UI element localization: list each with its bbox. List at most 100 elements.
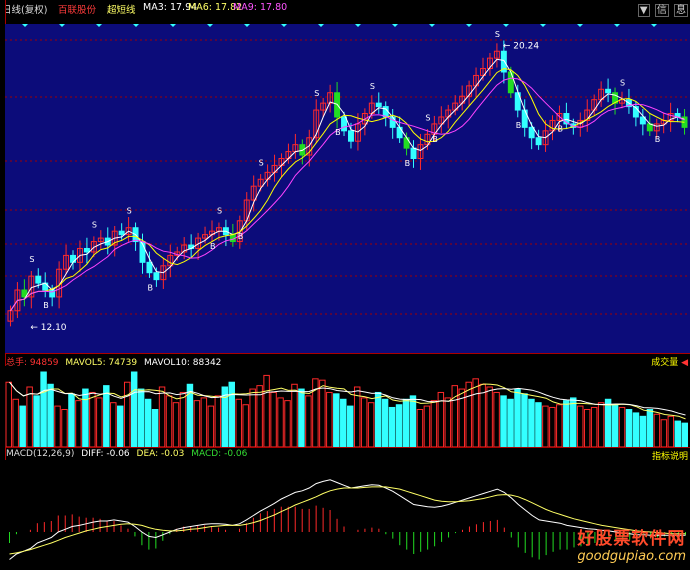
period-selector[interactable]: 日线(复权) xyxy=(2,2,47,16)
buy-marker: B xyxy=(516,121,522,130)
volume-bar xyxy=(333,393,340,447)
volume-bar xyxy=(402,398,410,447)
toolbar-icons: ▼ 信 息 xyxy=(636,1,688,17)
sell-marker: S xyxy=(259,158,264,167)
volume-bar xyxy=(611,404,619,447)
candle-body xyxy=(70,254,76,263)
macd-dea: DEA: -0.03 xyxy=(136,449,185,459)
volume-bar xyxy=(528,398,535,447)
candle-body xyxy=(146,261,153,274)
volume-bar xyxy=(130,371,138,447)
info-icon-2[interactable]: 息 xyxy=(674,4,688,17)
volume-bar xyxy=(40,371,47,447)
volume-bar xyxy=(639,415,647,447)
volume-bar xyxy=(514,388,521,447)
volume-bar xyxy=(646,409,654,447)
macd-legend: MACD(12,26,9) DIFF: -0.06 DEA: -0.03 MAC… xyxy=(6,449,247,459)
sell-marker: S xyxy=(92,221,97,230)
volume-bar xyxy=(500,395,507,447)
volume-bar xyxy=(681,422,689,447)
candle-body xyxy=(410,147,417,160)
buy-marker: B xyxy=(655,135,661,144)
candle-body xyxy=(35,275,42,284)
candle-body xyxy=(83,247,90,253)
candle-body xyxy=(507,71,514,94)
candle-body xyxy=(535,137,542,146)
volume-bar xyxy=(632,412,640,447)
buy-marker: B xyxy=(335,128,341,137)
volume-bar xyxy=(298,388,305,447)
sell-marker: S xyxy=(370,82,375,91)
volume-bar xyxy=(570,397,577,447)
volume-bar xyxy=(144,398,152,447)
volume-bar xyxy=(19,405,26,447)
macd-name: MACD(12,26,9) xyxy=(6,449,75,459)
candle-body xyxy=(118,230,125,236)
low-price-label: ← 12.10 xyxy=(30,323,66,333)
candle-body xyxy=(521,109,528,128)
volume-bar xyxy=(68,393,75,447)
buy-marker: B xyxy=(557,125,563,134)
candle-body xyxy=(403,137,410,149)
volume-bar xyxy=(521,393,528,447)
buy-marker: B xyxy=(147,284,153,293)
volume-bar xyxy=(374,391,382,447)
sell-marker: S xyxy=(127,207,132,216)
volume-bar xyxy=(33,395,40,447)
volume-bar xyxy=(186,383,194,447)
volume-bar xyxy=(395,404,403,447)
candle-body xyxy=(605,88,612,94)
buy-marker: B xyxy=(405,159,411,168)
volume-bar xyxy=(82,388,89,447)
volume-bar xyxy=(347,405,354,447)
buy-marker: B xyxy=(238,232,244,241)
indicator-name[interactable]: 超短线 xyxy=(107,2,136,16)
candle-body xyxy=(153,272,160,281)
buy-marker: B xyxy=(210,242,216,251)
volume-bar xyxy=(625,409,633,447)
macd-diff: DIFF: -0.06 xyxy=(81,449,130,459)
volume-bar xyxy=(151,409,159,447)
buy-marker: B xyxy=(43,301,49,310)
chart-toolbar: 日线(复权) 百联股份 超短线 MA3: 17.94 MA6: 17.82 MA… xyxy=(0,0,690,17)
volume-bar xyxy=(604,398,612,447)
volume-bar xyxy=(228,381,235,447)
sell-marker: S xyxy=(620,79,625,88)
volume-chart[interactable] xyxy=(5,366,690,447)
watermark-title: 好股票软件网 xyxy=(577,529,686,549)
panel-separator xyxy=(5,353,690,354)
sell-marker: S xyxy=(425,113,430,122)
ma9-value: MA9: 17.80 xyxy=(233,2,288,13)
candle-body xyxy=(341,116,348,132)
sell-marker: S xyxy=(29,255,34,264)
stock-name[interactable]: 百联股份 xyxy=(58,2,96,16)
info-icon-1[interactable]: 信 xyxy=(654,4,669,17)
candle-body xyxy=(396,126,403,139)
volume-bar xyxy=(137,388,145,447)
volume-bar xyxy=(507,398,514,447)
candle-body xyxy=(389,116,396,128)
volume-bar xyxy=(674,420,682,447)
price-chart[interactable]: S S S S S S S S S S B B B B B B B B B B ← 20.24 ← 12.10 xyxy=(5,24,690,353)
volume-bar xyxy=(117,405,124,447)
volume-bar xyxy=(535,402,542,447)
buy-marker: B xyxy=(432,135,438,144)
sell-marker: S xyxy=(314,89,319,98)
candle-body xyxy=(375,102,382,108)
volume-bar xyxy=(563,400,570,447)
panel-separator xyxy=(5,447,690,448)
volume-bar xyxy=(381,398,389,447)
sell-marker: S xyxy=(217,207,222,216)
watermark-url: goodgupiao.com xyxy=(577,549,686,564)
dropdown-icon[interactable]: ▼ xyxy=(637,4,650,17)
volume-bar xyxy=(103,385,110,447)
candle-body xyxy=(348,130,354,142)
high-price-label: ← 20.24 xyxy=(503,41,539,51)
volume-bar xyxy=(388,406,396,447)
watermark: 好股票软件网 goodgupiao.com xyxy=(577,524,686,564)
volume-bar xyxy=(47,383,54,447)
price-chart-background xyxy=(5,24,690,353)
volume-bar xyxy=(340,398,347,447)
sell-marker: S xyxy=(495,30,500,39)
macd-value: MACD: -0.06 xyxy=(191,449,248,459)
